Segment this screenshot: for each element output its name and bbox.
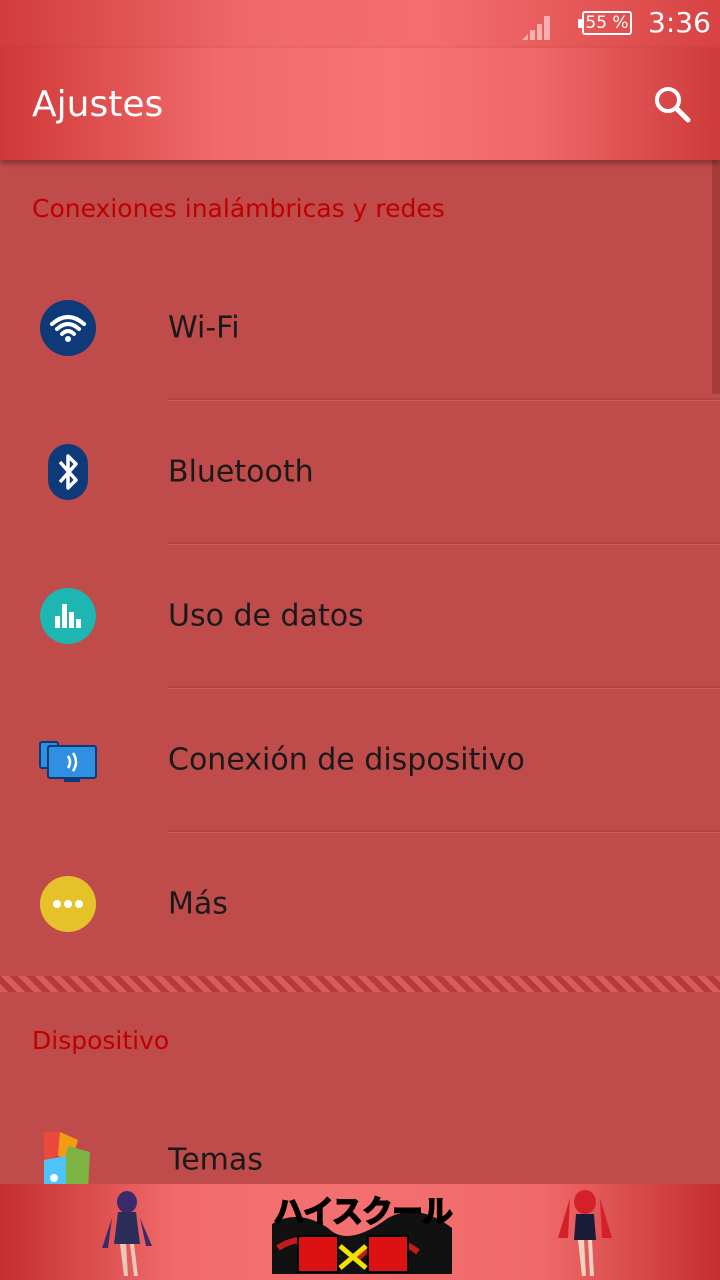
signal-icon — [522, 16, 550, 40]
settings-item-label: Uso de datos — [168, 598, 364, 634]
more-icon — [40, 876, 96, 932]
device-connection-icon — [39, 741, 97, 782]
settings-item-data-usage[interactable]: Uso de datos — [0, 544, 720, 688]
logo-text: ハイスクール DxD — [274, 1195, 456, 1230]
settings-item-bluetooth[interactable]: Bluetooth — [0, 400, 720, 544]
wallpaper-strip — [0, 976, 720, 992]
settings-item-more[interactable]: Más — [0, 832, 720, 976]
settings-item-label: Temas — [168, 1142, 263, 1178]
page-title: Ajustes — [32, 84, 164, 125]
settings-item-label: Wi-Fi — [168, 310, 240, 346]
themes-icon — [44, 1132, 90, 1184]
app-bar: Ajustes — [0, 48, 720, 160]
settings-item-label: Más — [168, 886, 228, 922]
logo-image: ハイスクール DxD — [272, 1194, 456, 1274]
data-usage-icon — [40, 588, 96, 644]
status-bar: 55 % 3:36 — [0, 0, 720, 48]
settings-item-label: Conexión de dispositivo — [168, 742, 525, 778]
clock: 3:36 — [648, 6, 711, 39]
settings-list: Conexiones inalámbricas y redes Wi-Fi Bl… — [0, 160, 720, 1184]
section-header-device: Dispositivo — [32, 1026, 170, 1055]
section-header-wireless: Conexiones inalámbricas y redes — [32, 194, 445, 223]
wifi-icon — [40, 300, 96, 356]
bluetooth-icon — [48, 444, 88, 500]
character-right-image — [558, 1190, 612, 1276]
settings-item-device-connection[interactable]: Conexión de dispositivo — [0, 688, 720, 832]
settings-item-label: Bluetooth — [168, 454, 314, 490]
battery-indicator: 55 % — [578, 11, 632, 35]
themed-banner: ハイスクール DxD — [0, 1184, 720, 1280]
settings-item-wifi[interactable]: Wi-Fi — [0, 256, 720, 400]
settings-item-themes[interactable]: Temas — [0, 1088, 720, 1184]
search-icon[interactable] — [652, 84, 692, 124]
character-left-image — [102, 1191, 152, 1276]
